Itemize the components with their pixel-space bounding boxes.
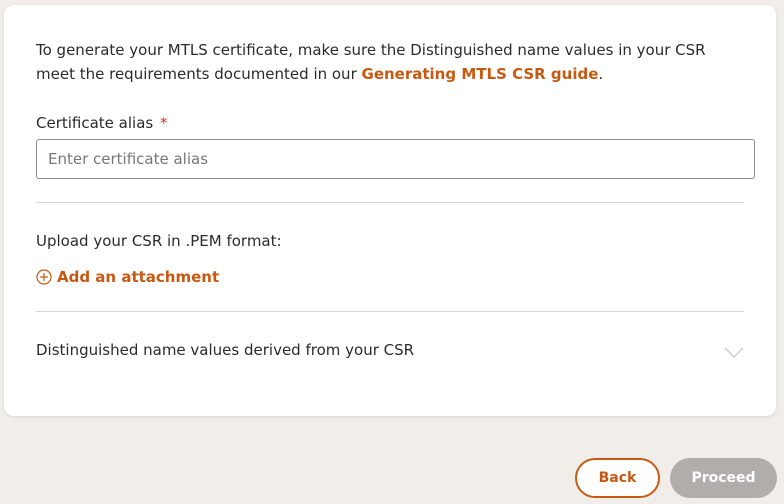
- chevron-down-icon: [724, 344, 744, 358]
- add-attachment-label: Add an attachment: [57, 268, 220, 286]
- certificate-alias-label-text: Certificate alias: [36, 114, 154, 132]
- add-attachment-button[interactable]: Add an attachment: [36, 266, 219, 288]
- proceed-button[interactable]: Proceed: [670, 458, 777, 498]
- distinguished-name-label: Distinguished name values derived from y…: [36, 341, 415, 359]
- mtls-csr-guide-link[interactable]: Generating MTLS CSR guide: [362, 65, 599, 83]
- section-divider: [36, 311, 744, 312]
- certificate-alias-input[interactable]: [36, 139, 755, 179]
- distinguished-name-accordion[interactable]: Distinguished name values derived from y…: [36, 338, 744, 362]
- certificate-alias-label: Certificate alias *: [36, 112, 168, 134]
- form-card: To generate your MTLS certificate, make …: [4, 5, 776, 416]
- section-divider: [36, 202, 744, 203]
- intro-text: To generate your MTLS certificate, make …: [36, 38, 748, 86]
- upload-csr-label: Upload your CSR in .PEM format:: [36, 232, 282, 250]
- back-button[interactable]: Back: [575, 458, 660, 498]
- plus-circle-icon: [36, 269, 52, 285]
- required-marker: *: [160, 114, 168, 132]
- intro-text-after: .: [598, 65, 604, 83]
